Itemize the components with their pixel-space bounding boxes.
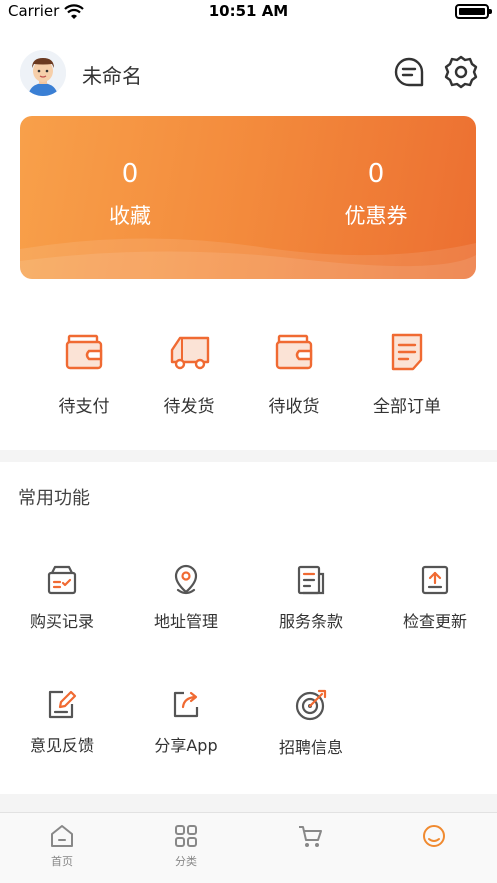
clock: 10:51 AM <box>208 2 289 20</box>
favorites-count: 0 <box>121 159 139 189</box>
tab-home-label: 首页 <box>51 855 73 868</box>
card-wave-decoration <box>20 238 476 279</box>
wallet-icon <box>65 334 103 370</box>
check-update-button[interactable]: 检查更新 <box>375 564 495 632</box>
tab-category-label: 分类 <box>175 855 197 868</box>
tab-mine[interactable] <box>394 823 474 849</box>
location-pin-icon <box>174 564 198 595</box>
coupons-label: 优惠券 <box>344 204 408 228</box>
battery-icon <box>455 4 492 19</box>
check-update-label: 检查更新 <box>402 612 467 631</box>
tab-cart[interactable] <box>270 823 350 849</box>
status-bar: Carrier 10:51 AM <box>0 0 497 24</box>
address-management-button[interactable]: 地址管理 <box>126 564 246 632</box>
avatar-icon <box>20 50 66 96</box>
coupons-count: 0 <box>367 159 385 189</box>
purchase-record-button[interactable]: 购买记录 <box>2 564 122 632</box>
truck-icon <box>170 336 210 370</box>
purchase-record-icon <box>47 565 77 595</box>
share-app-button[interactable]: 分享App <box>126 688 246 756</box>
gear-icon[interactable] <box>444 55 478 89</box>
update-icon <box>421 565 449 595</box>
terms-of-service-button[interactable]: 服务条款 <box>251 564 371 632</box>
order-pending-receipt[interactable]: 待收货 <box>249 332 339 417</box>
tab-home[interactable]: 首页 <box>22 823 102 869</box>
order-pending-payment-label: 待支付 <box>58 397 110 417</box>
order-all[interactable]: 全部订单 <box>362 332 452 417</box>
target-icon <box>295 689 327 721</box>
purchase-record-label: 购买记录 <box>29 612 94 631</box>
share-app-label: 分享App <box>154 736 218 755</box>
message-icon[interactable] <box>393 56 425 88</box>
coupons-stat[interactable]: 0 优惠券 <box>296 158 456 230</box>
stats-card: 0 收藏 0 优惠券 <box>20 116 476 279</box>
wallet-icon <box>275 334 313 370</box>
order-all-label: 全部订单 <box>373 397 441 417</box>
user-icon <box>423 825 445 847</box>
profile-section: 未命名 0 收藏 0 优惠券 待支付 待发货 待收货 全部订单 <box>0 24 497 450</box>
feedback-icon <box>48 690 77 719</box>
username[interactable]: 未命名 <box>82 60 142 89</box>
document-icon <box>391 333 423 371</box>
home-icon <box>51 825 73 847</box>
tab-bar: 首页 分类 <box>0 812 497 883</box>
section-title: 常用功能 <box>18 488 90 509</box>
cart-icon <box>299 826 322 847</box>
order-pending-shipment[interactable]: 待发货 <box>144 332 234 417</box>
order-pending-payment[interactable]: 待支付 <box>39 332 129 417</box>
terms-of-service-label: 服务条款 <box>278 612 343 631</box>
common-functions-section: 常用功能 购买记录 地址管理 服务条款 检查更新 意见反馈 分享App 招聘信息 <box>0 462 497 794</box>
recruitment-label: 招聘信息 <box>278 738 343 757</box>
favorites-stat[interactable]: 0 收藏 <box>50 158 210 230</box>
avatar[interactable] <box>20 50 66 96</box>
order-pending-receipt-label: 待收货 <box>268 397 320 417</box>
feedback-button[interactable]: 意见反馈 <box>2 688 122 756</box>
favorites-label: 收藏 <box>109 204 151 228</box>
order-pending-shipment-label: 待发货 <box>163 397 215 417</box>
feedback-label: 意见反馈 <box>29 736 94 755</box>
recruitment-button[interactable]: 招聘信息 <box>251 688 371 758</box>
share-icon <box>173 691 199 718</box>
terms-icon <box>297 565 325 595</box>
address-management-label: 地址管理 <box>153 612 218 631</box>
tab-category[interactable]: 分类 <box>146 823 226 869</box>
category-icon <box>175 825 197 847</box>
